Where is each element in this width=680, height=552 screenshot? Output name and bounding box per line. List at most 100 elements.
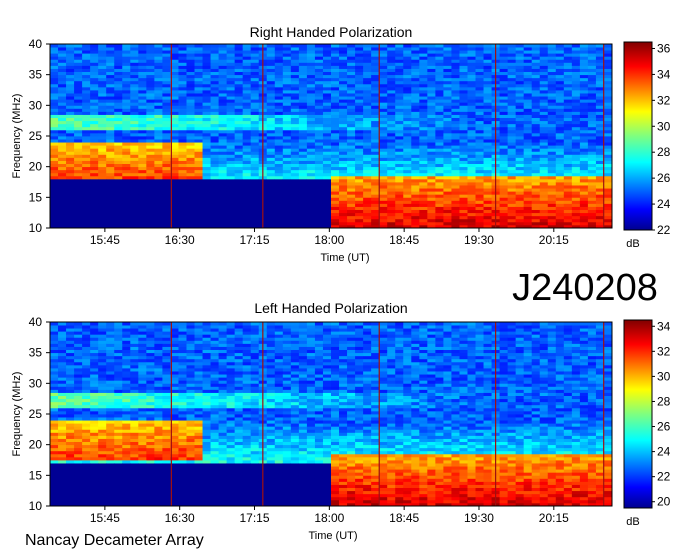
spectrogram-cell [210,114,219,118]
spectrogram-cell [66,404,75,409]
spectrogram-cell [555,209,565,214]
spectrogram-cell [50,50,59,54]
spectrogram-cell [403,132,412,137]
spectrogram-cell [146,71,155,76]
spectrogram-cell [242,114,252,118]
spectrogram-cell [274,148,284,152]
spectrogram-cell [563,65,573,69]
spectrogram-cell [507,56,517,60]
spectrogram-cell [234,178,244,183]
spectrogram-cell [250,148,260,152]
spectrogram-cell [250,182,260,186]
spectrogram-cell [347,59,356,63]
spectrogram-cell [210,215,219,220]
spectrogram-cell [90,111,99,115]
spectrogram-cell [218,182,228,186]
spectrogram-cell [130,111,139,115]
spectrogram-cell [339,136,348,140]
spectrogram-cell [443,157,452,161]
spectrogram-cell [266,178,276,183]
spectrogram-cell [122,139,131,143]
spectrogram-cell [138,145,147,149]
spectrogram-cell [587,188,597,192]
spectrogram-cell [66,493,75,498]
spectrogram-cell [98,438,107,442]
spectrogram-cell [443,59,452,63]
spectrogram-cell [387,191,396,195]
spectrogram-cell [282,132,292,137]
spectrogram-cell [547,182,557,186]
spectrogram-cell [419,178,428,183]
spectrogram-cell [50,499,59,504]
spectrogram-cell [250,163,260,168]
spectrogram-cell [435,194,444,198]
spectrogram-cell [242,182,252,186]
spectrogram-cell [66,441,75,446]
spectrogram-cell [435,172,444,177]
spectrogram-cell [395,117,404,122]
spectrogram-cell [242,194,252,198]
spectrogram-cell [266,154,276,158]
spectrogram-cell [146,68,155,72]
spectrogram-cell [162,182,171,186]
spectrogram-cell [298,139,308,143]
spectrogram-cell [499,172,509,177]
spectrogram-cell [234,200,244,204]
spectrogram-cell [66,337,75,341]
spectrogram-cell [130,420,139,424]
spectrogram-cell [106,325,115,329]
spectrogram-cell [306,83,316,88]
spectrogram-cell [459,166,468,171]
spectrogram-cell [130,47,139,51]
spectrogram-cell [322,120,332,125]
spectrogram-cell [186,172,195,177]
spectrogram-cell [178,191,187,195]
spectrogram-cell [411,114,420,118]
spectrogram-cell [523,93,533,97]
spectrogram-cell [523,221,533,226]
spectrogram-cell [427,102,436,106]
spectrogram-cell [186,221,195,226]
spectrogram-cell [298,105,308,109]
spectrogram-cell [194,212,203,217]
spectrogram-cell [483,44,492,48]
spectrogram-cell [242,221,252,226]
spectrogram-cell [50,469,59,473]
spectrogram-cell [194,209,203,214]
spectrogram-cell [403,47,412,51]
spectrogram-cell [290,132,300,137]
spectrogram-cell [186,136,195,140]
spectrogram-cell [50,53,59,57]
x-tick-label: 17:15 [239,233,269,247]
spectrogram-cell [146,62,155,66]
spectrogram-cell [114,56,123,60]
spectrogram-cell [515,191,525,195]
spectrogram-cell [82,108,91,112]
spectrogram-cell [451,65,460,69]
spectrogram-cell [98,410,107,415]
spectrogram-cell [66,481,75,485]
spectrogram-cell [483,126,492,131]
spectrogram-cell [507,108,517,112]
spectrogram-cell [90,343,99,347]
spectrogram-cell [355,126,364,131]
spectrogram-cell [58,404,67,409]
spectrogram-cell [563,86,573,91]
spectrogram-cell [387,86,396,91]
spectrogram-cell [531,80,541,85]
spectrogram-cell [483,56,492,60]
spectrogram-cell [427,108,436,112]
spectrogram-cell [82,380,91,384]
spectrogram-cell [387,129,396,134]
spectrogram-cell [435,74,444,79]
spectrogram-cell [114,355,123,360]
spectrogram-cell [379,182,388,186]
spectrogram-cell [603,108,613,112]
spectrogram-cell [178,215,187,220]
spectrogram-cell [539,114,549,118]
spectrogram-cell [242,129,252,134]
spectrogram-cell [443,132,452,137]
spectrogram-cell [579,83,589,88]
spectrogram-cell [162,126,171,131]
spectrogram-cell [114,90,123,94]
